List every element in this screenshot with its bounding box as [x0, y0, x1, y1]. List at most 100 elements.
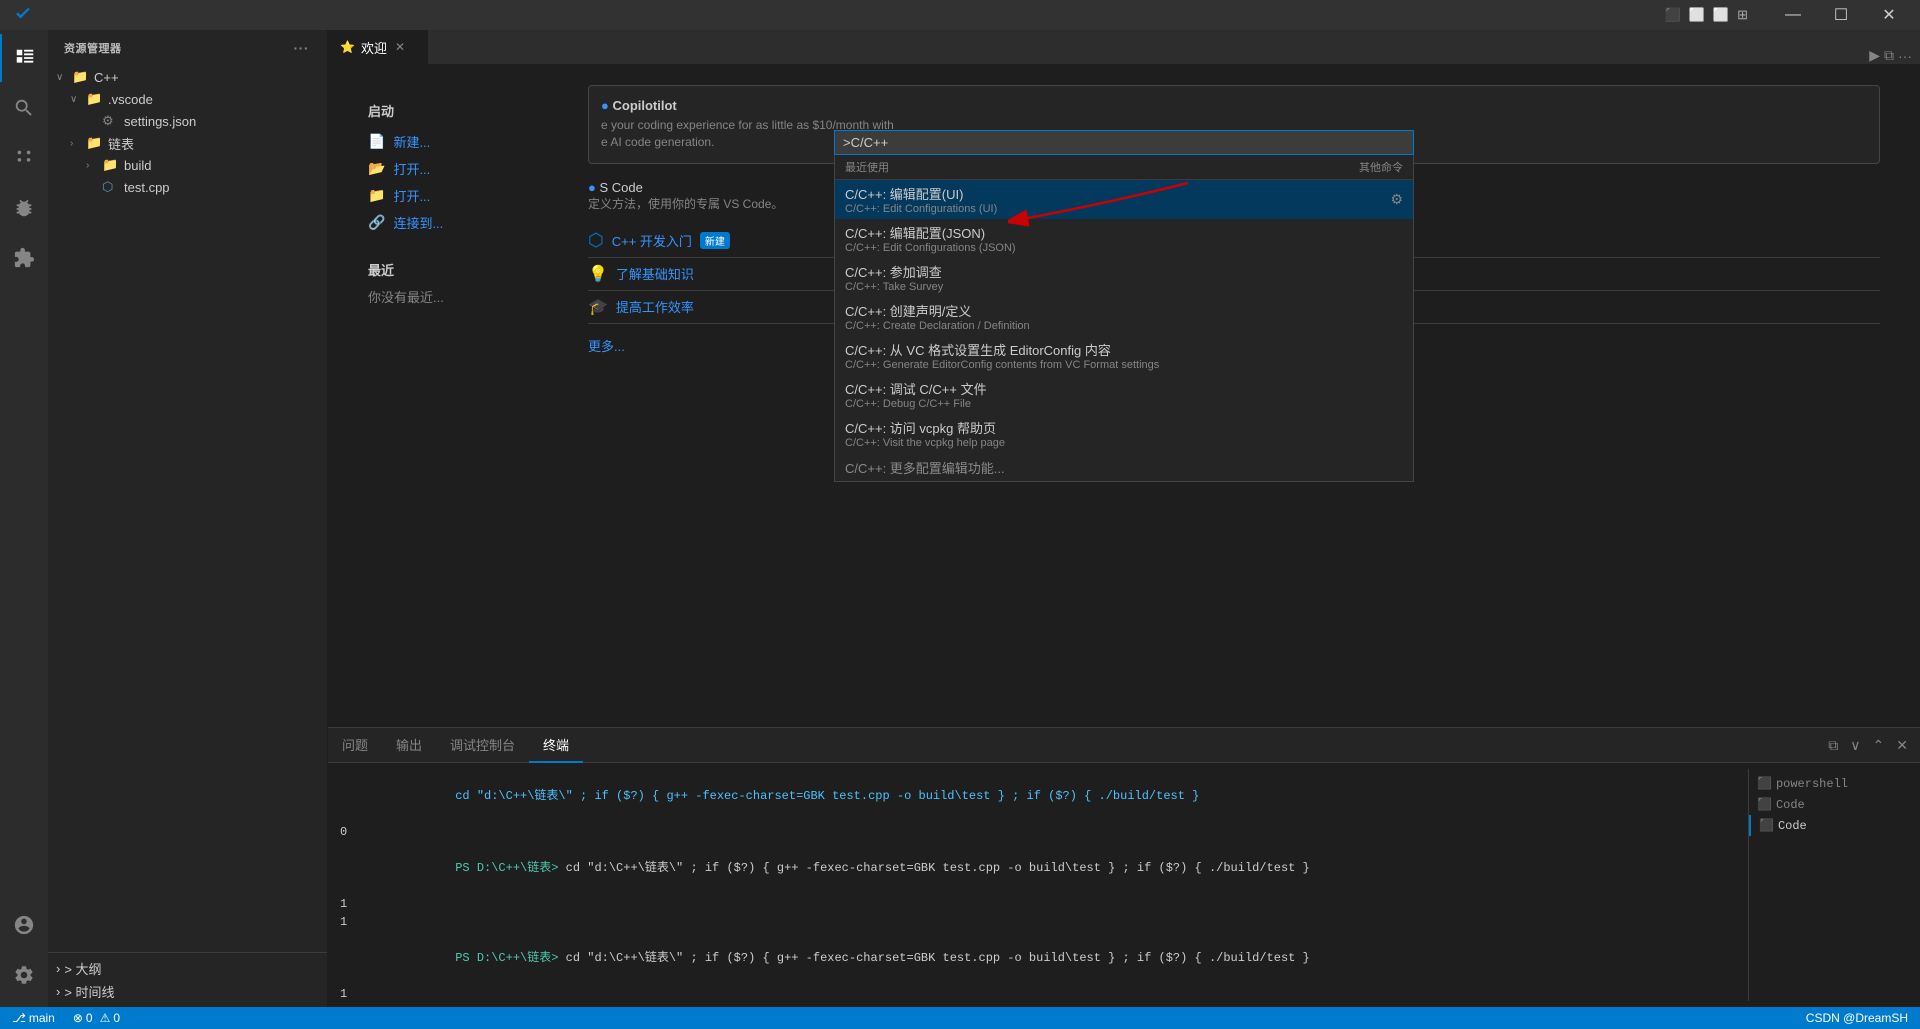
tree-settings-json[interactable]: › ⚙ settings.json — [48, 110, 327, 132]
cp-item-sublabel-survey: C/C++: Take Survey — [845, 281, 943, 293]
sidebar-header-icons: ··· — [292, 38, 312, 58]
cp-item-edit-ui[interactable]: C/C++: 编辑配置(UI) C/C++: Edit Configuratio… — [835, 180, 1413, 219]
welcome-connect-label: 连接到... — [393, 213, 443, 232]
tree-label-build: build — [124, 158, 151, 173]
command-palette-dropdown: 最近使用 其他命令 C/C++: 编辑配置(UI) C/C++: Edit Co… — [834, 155, 1414, 482]
terminal-line-7: 1 — [340, 985, 1740, 1001]
tab-welcome[interactable]: ⭐ 欢迎 ✕ — [328, 30, 428, 64]
tree-arrow: ∨ — [70, 94, 86, 105]
cp-item-debug[interactable]: C/C++: 调试 C/C++ 文件 C/C++: Debug C/C++ Fi… — [835, 375, 1413, 414]
panel-tab-output[interactable]: 输出 — [382, 728, 436, 763]
panel-tab-right: ⧉ ∨ ⌃ ✕ — [1824, 735, 1920, 756]
outline-arrow: › — [56, 961, 60, 976]
activity-account[interactable] — [0, 901, 48, 949]
tree-test-cpp[interactable]: › ⬡ test.cpp — [48, 176, 327, 198]
status-errors[interactable]: ⊗ 0 ⚠ 0 — [69, 1007, 124, 1029]
cp-gear-icon[interactable]: ⚙ — [1390, 191, 1403, 208]
cp-item-survey[interactable]: C/C++: 参加调查 C/C++: Take Survey — [835, 258, 1413, 297]
cp-item-editorconfig[interactable]: C/C++: 从 VC 格式设置生成 EditorConfig 内容 C/C++… — [835, 336, 1413, 375]
status-warning-count: 0 — [113, 1011, 120, 1025]
split-editor-icon[interactable]: ⧉ — [1884, 47, 1894, 64]
terminal-line-6: PS D:\C++\链表> cd "d:\C++\链表\" ; if ($?) … — [340, 931, 1740, 985]
cp-item-more[interactable]: C/C++: 更多配置编辑功能... — [835, 453, 1413, 481]
activity-settings[interactable] — [0, 951, 48, 999]
close-button[interactable]: ✕ — [1866, 0, 1912, 30]
activity-extensions[interactable] — [0, 234, 48, 282]
welcome-recent-empty: 你没有最近... — [368, 287, 548, 306]
terminal-content[interactable]: cd "d:\C++\链表\" ; if ($?) { g++ -fexec-c… — [340, 769, 1740, 1001]
connect-icon: 🔗 — [368, 214, 385, 231]
status-right: CSDN @DreamSH — [1802, 1007, 1912, 1029]
tree-label-vscode: .vscode — [108, 92, 153, 107]
status-git[interactable]: ⎇ main — [8, 1007, 59, 1029]
terminal-line-4: 1 — [340, 895, 1740, 913]
terminal-body: cd "d:\C++\链表\" ; if ($?) { g++ -fexec-c… — [328, 763, 1920, 1007]
panel-tab-problems[interactable]: 问题 — [328, 728, 382, 763]
error-icon: ⊗ — [73, 1011, 83, 1025]
activity-bar — [0, 30, 48, 1007]
cpp-entry-badge: 新建 — [700, 232, 730, 249]
split-terminal-icon[interactable]: ⧉ — [1824, 735, 1842, 756]
panel-collapse-icon[interactable]: ⌃ — [1869, 735, 1889, 756]
more-actions-icon[interactable]: ··· — [1898, 48, 1912, 64]
editor-area: ⭐ 欢迎 ✕ ▶ ⧉ ··· — [328, 30, 1920, 1007]
maximize-button[interactable]: ☐ — [1818, 0, 1864, 30]
panel-close-icon[interactable]: ✕ — [1892, 735, 1912, 756]
open-folder-icon: 📁 — [368, 187, 385, 204]
welcome-open-folder[interactable]: 📁 打开... — [368, 182, 548, 209]
tree-label-cpp: C++ — [94, 70, 119, 85]
tree-build[interactable]: › 📁 build — [48, 154, 327, 176]
status-csdn[interactable]: CSDN @DreamSH — [1802, 1007, 1912, 1029]
panel-tab-terminal[interactable]: 终端 — [529, 728, 583, 763]
welcome-open-file[interactable]: 📂 打开... — [368, 155, 548, 182]
main-area: 资源管理器 ··· ∨ 📁 C++ ∨ 📁 .vscode › ⚙ settin… — [0, 30, 1920, 1007]
minimize-button[interactable]: — — [1770, 0, 1816, 30]
tree-cpp-root[interactable]: ∨ 📁 C++ — [48, 66, 327, 88]
terminal-tab-code2-label: Code — [1778, 819, 1807, 833]
activity-search[interactable] — [0, 84, 48, 132]
cp-item-sublabel-editorconfig: C/C++: Generate EditorConfig contents fr… — [845, 359, 1159, 371]
command-palette-input[interactable] — [843, 135, 1405, 150]
timeline-item[interactable]: › > 时间线 — [48, 980, 327, 1003]
tree-arrow: ∨ — [56, 72, 72, 83]
panel-tab-debug-console[interactable]: 调试控制台 — [436, 728, 529, 763]
cpp-icon: ⬡ — [588, 230, 604, 251]
panel-chevron-down-icon[interactable]: ∨ — [1846, 735, 1864, 756]
cp-item-label-vcpkg: C/C++: 访问 vcpkg 帮助页 — [845, 418, 1005, 437]
productivity-icon: 🎓 — [588, 297, 608, 317]
status-csdn-text: CSDN @DreamSH — [1806, 1011, 1908, 1025]
cp-item-sublabel-vcpkg: C/C++: Visit the vcpkg help page — [845, 437, 1005, 449]
sidebar-title: 资源管理器 — [64, 40, 122, 56]
bottom-panel: 问题 输出 调试控制台 终端 ⧉ ∨ ⌃ ✕ cd — [328, 727, 1920, 1007]
outline-item[interactable]: › > 大纲 — [48, 957, 327, 980]
cp-item-sublabel-edit-json: C/C++: Edit Configurations (JSON) — [845, 242, 1016, 254]
title-bar: ⬛ ⬜ ⬜ ⊞ — ☐ ✕ — [0, 0, 1920, 30]
cp-item-declaration[interactable]: C/C++: 创建声明/定义 C/C++: Create Declaration… — [835, 297, 1413, 336]
terminal-tab-code2[interactable]: ⬛ Code — [1749, 815, 1908, 836]
powershell-icon: ⬛ — [1757, 776, 1772, 791]
tab-close-welcome[interactable]: ✕ — [393, 38, 407, 56]
cp-item-label-edit-ui: C/C++: 编辑配置(UI) — [845, 184, 997, 203]
panel-content-area: cd "d:\C++\链表\" ; if ($?) { g++ -fexec-c… — [328, 763, 1920, 1007]
vscode-icon — [16, 7, 32, 23]
cp-other-label: 其他命令 — [1359, 159, 1403, 175]
tree-label-settings: settings.json — [124, 114, 196, 129]
cp-item-vcpkg[interactable]: C/C++: 访问 vcpkg 帮助页 C/C++: Visit the vcp… — [835, 414, 1413, 453]
terminal-tab-code1[interactable]: ⬛ Code — [1749, 794, 1908, 815]
cp-item-edit-json[interactable]: C/C++: 编辑配置(JSON) C/C++: Edit Configurat… — [835, 219, 1413, 258]
sidebar-more-icon[interactable]: ··· — [292, 38, 312, 58]
terminal-tab-powershell[interactable]: ⬛ powershell — [1749, 773, 1908, 794]
activity-source-control[interactable] — [0, 134, 48, 182]
welcome-connect[interactable]: 🔗 连接到... — [368, 209, 548, 236]
cp-item-sublabel-declaration: C/C++: Create Declaration / Definition — [845, 320, 1030, 332]
open-file-icon: 📂 — [368, 160, 385, 177]
activity-explorer[interactable] — [0, 34, 48, 82]
title-window-icons: ⬛ ⬜ ⬜ ⊞ — [1665, 0, 1748, 30]
welcome-new-file[interactable]: 📄 新建... — [368, 128, 548, 155]
panel-tabs: 问题 输出 调试控制台 终端 ⧉ ∨ ⌃ ✕ — [328, 728, 1920, 763]
tree-vscode[interactable]: ∨ 📁 .vscode — [48, 88, 327, 110]
welcome-left-col: 启动 📄 新建... 📂 打开... 📁 打开... — [368, 85, 548, 355]
activity-debug[interactable] — [0, 184, 48, 232]
run-icon[interactable]: ▶ — [1869, 47, 1880, 64]
tree-linkedlist[interactable]: › 📁 链表 — [48, 132, 327, 154]
